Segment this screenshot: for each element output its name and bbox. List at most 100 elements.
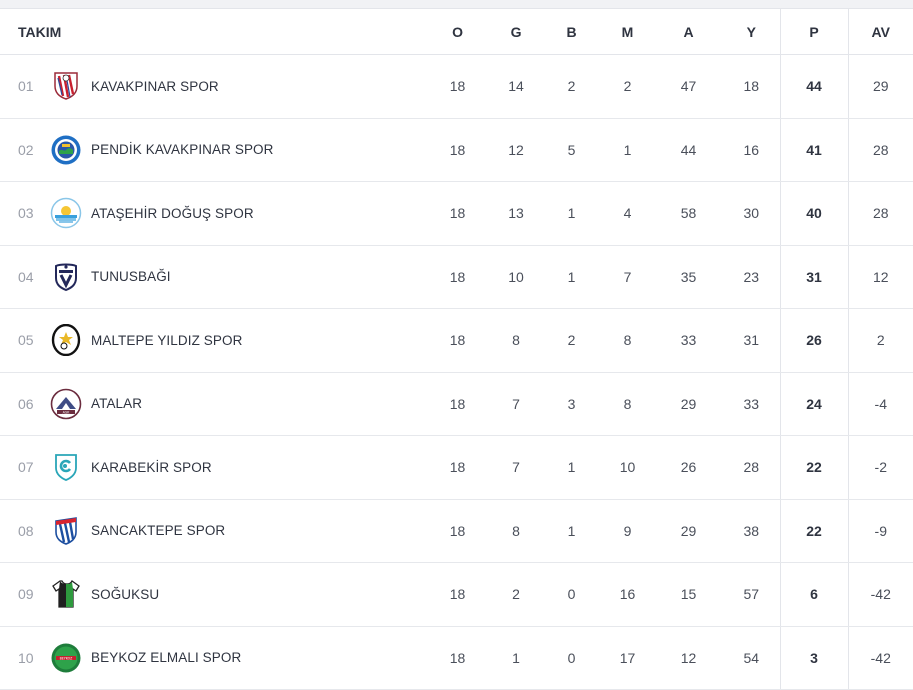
- rank-cell: 08: [0, 499, 50, 563]
- header-row: TAKIM O G B M A Y P AV: [0, 9, 913, 55]
- team-cell[interactable]: MALTEPE YILDIZ SPOR: [50, 308, 426, 373]
- team-name[interactable]: BEYKOZ ELMALI SPOR: [91, 650, 241, 665]
- team-name[interactable]: KARABEKİR SPOR: [91, 460, 212, 475]
- team-cell[interactable]: PENDİK KAVAKPINAR SPOR: [50, 118, 426, 182]
- goals-against-cell: 57: [723, 562, 781, 627]
- team-link[interactable]: ASK ATALAR: [50, 388, 425, 420]
- won-cell: 10: [490, 245, 543, 309]
- played-cell: 18: [425, 118, 491, 182]
- header-played[interactable]: O: [425, 9, 491, 55]
- goals-against-cell: 16: [723, 118, 781, 182]
- team-link[interactable]: SANCAKTEPE SPOR: [50, 515, 425, 547]
- goal-difference-cell: 28: [848, 118, 913, 182]
- team-cell[interactable]: BEYKOZ BEYKOZ ELMALI SPOR: [50, 626, 426, 690]
- kavakpinar-crest-icon: [50, 70, 82, 102]
- team-name[interactable]: PENDİK KAVAKPINAR SPOR: [91, 142, 274, 157]
- header-points[interactable]: P: [779, 9, 849, 55]
- won-cell: 8: [490, 308, 543, 373]
- won-cell: 7: [490, 435, 543, 500]
- table-row[interactable]: 06 ASK ATALAR 18 7 3 8 29 33 24 -4: [0, 372, 913, 436]
- team-link[interactable]: KARABEKİR SPOR: [50, 451, 425, 483]
- lost-cell: 1: [601, 118, 655, 182]
- goals-for-cell: 29: [654, 372, 724, 436]
- atalar-crest-icon: ASK: [50, 388, 82, 420]
- atasehir-dogus-crest-icon: [50, 197, 82, 229]
- table-row[interactable]: 10 BEYKOZ BEYKOZ ELMALI SPOR 18 1 0 17 12 54 3 -42: [0, 626, 913, 690]
- goal-difference-cell: 29: [848, 54, 913, 119]
- team-name[interactable]: KAVAKPINAR SPOR: [91, 79, 219, 94]
- team-name[interactable]: ATAŞEHİR DOĞUŞ SPOR: [91, 206, 254, 221]
- header-team[interactable]: TAKIM: [0, 9, 426, 55]
- table-row[interactable]: 02 PENDİK KAVAKPINAR SPOR 18 12 5 1 44 16 41 28: [0, 118, 913, 182]
- header-goal-difference[interactable]: AV: [848, 9, 913, 55]
- goals-against-cell: 33: [723, 372, 781, 436]
- drawn-cell: 1: [542, 499, 602, 563]
- goals-against-cell: 28: [723, 435, 781, 500]
- rank-cell: 06: [0, 372, 50, 436]
- team-link[interactable]: MALTEPE YILDIZ SPOR: [50, 324, 425, 357]
- goals-for-cell: 44: [654, 118, 724, 182]
- table-row[interactable]: 03 ATAŞEHİR DOĞUŞ SPOR 18 13 1 4 58 30 40 28: [0, 181, 913, 246]
- team-name[interactable]: TUNUSBAĞI: [91, 269, 171, 284]
- table-row[interactable]: 04 TUNUSBAĞI 18 10 1 7 35 23 31 12: [0, 245, 913, 309]
- team-link[interactable]: KAVAKPINAR SPOR: [50, 70, 425, 102]
- rank-cell: 09: [0, 562, 50, 627]
- goals-for-cell: 15: [654, 562, 724, 627]
- team-cell[interactable]: ATAŞEHİR DOĞUŞ SPOR: [50, 181, 426, 246]
- team-cell[interactable]: ASK ATALAR: [50, 372, 426, 436]
- top-strip: [0, 0, 913, 9]
- maltepe-yildiz-crest-icon: [50, 324, 82, 357]
- team-link[interactable]: SOĞUKSU: [50, 578, 425, 610]
- won-cell: 14: [490, 54, 543, 119]
- goal-difference-cell: -4: [848, 372, 913, 436]
- table-row[interactable]: 05 MALTEPE YILDIZ SPOR 18 8 2 8 33 31 26 2: [0, 308, 913, 373]
- table-row[interactable]: 09 SOĞUKSU 18 2 0 16 15 57 6 -42: [0, 562, 913, 627]
- goal-difference-cell: -42: [848, 626, 913, 690]
- goals-against-cell: 23: [723, 245, 781, 309]
- points-cell: 6: [779, 562, 849, 627]
- svg-text:BEYKOZ: BEYKOZ: [60, 656, 74, 660]
- team-name[interactable]: SANCAKTEPE SPOR: [91, 523, 225, 538]
- header-drawn[interactable]: B: [542, 9, 602, 55]
- played-cell: 18: [425, 562, 491, 627]
- team-cell[interactable]: TUNUSBAĞI: [50, 245, 426, 309]
- table-row[interactable]: 08 SANCAKTEPE SPOR 18 8 1 9 29 38 22 -9: [0, 499, 913, 563]
- table-row[interactable]: 07 KARABEKİR SPOR 18 7 1 10 26 28 22 -2: [0, 435, 913, 500]
- team-cell[interactable]: SOĞUKSU: [50, 562, 426, 627]
- lost-cell: 7: [601, 245, 655, 309]
- team-link[interactable]: BEYKOZ BEYKOZ ELMALI SPOR: [50, 642, 425, 674]
- team-cell[interactable]: KARABEKİR SPOR: [50, 435, 426, 500]
- rank-cell: 04: [0, 245, 50, 309]
- lost-cell: 2: [601, 54, 655, 119]
- standings-table: TAKIM O G B M A Y P AV 01 KAVAKPINAR SPOR…: [0, 9, 913, 690]
- played-cell: 18: [425, 181, 491, 246]
- points-cell: 24: [779, 372, 849, 436]
- goals-for-cell: 58: [654, 181, 724, 246]
- table-row[interactable]: 01 KAVAKPINAR SPOR 18 14 2 2 47 18 44 29: [0, 54, 913, 119]
- team-link[interactable]: TUNUSBAĞI: [50, 261, 425, 293]
- header-goals-for[interactable]: A: [654, 9, 724, 55]
- goals-against-cell: 54: [723, 626, 781, 690]
- team-cell[interactable]: SANCAKTEPE SPOR: [50, 499, 426, 563]
- won-cell: 13: [490, 181, 543, 246]
- team-link[interactable]: PENDİK KAVAKPINAR SPOR: [50, 134, 425, 166]
- goals-against-cell: 31: [723, 308, 781, 373]
- lost-cell: 10: [601, 435, 655, 500]
- drawn-cell: 5: [542, 118, 602, 182]
- points-cell: 22: [779, 435, 849, 500]
- goal-difference-cell: 2: [848, 308, 913, 373]
- team-cell[interactable]: KAVAKPINAR SPOR: [50, 54, 426, 119]
- points-cell: 3: [779, 626, 849, 690]
- team-name[interactable]: MALTEPE YILDIZ SPOR: [91, 333, 242, 348]
- soguksu-jersey-icon: [50, 578, 82, 610]
- header-won[interactable]: G: [490, 9, 543, 55]
- rank-cell: 05: [0, 308, 50, 373]
- team-name[interactable]: ATALAR: [91, 396, 142, 411]
- team-link[interactable]: ATAŞEHİR DOĞUŞ SPOR: [50, 197, 425, 229]
- header-goals-against[interactable]: Y: [723, 9, 781, 55]
- drawn-cell: 1: [542, 435, 602, 500]
- karabekir-crest-icon: [50, 451, 82, 483]
- played-cell: 18: [425, 54, 491, 119]
- team-name[interactable]: SOĞUKSU: [91, 587, 159, 602]
- header-lost[interactable]: M: [601, 9, 655, 55]
